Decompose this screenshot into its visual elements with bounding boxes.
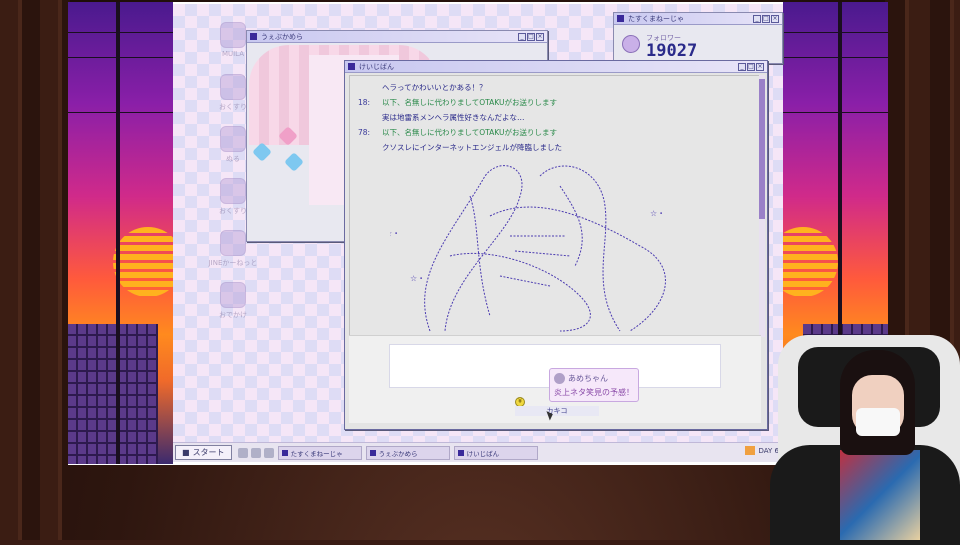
monitor-icon[interactable] [263,447,274,458]
avatar [622,35,640,53]
minimize-button[interactable]: _ [518,32,526,41]
follower-count: 19027 [646,41,698,61]
window-icon [348,63,355,70]
task-bbs[interactable]: けいじばん [453,445,538,460]
window-title: けいじばん [359,62,394,71]
desktop-icon-outing[interactable]: おでかけ [198,282,268,334]
thread-post: クソスレにインターネットエンジェルが降臨しました [382,143,562,152]
window-title: うぇぶかめら [261,32,303,41]
task-label: うぇぶかめら [378,449,418,458]
webcam-titlebar[interactable]: うぇぶかめら _ □ × [247,31,547,43]
svg-text:☆・: ☆・ [390,229,400,238]
svg-text:☆・: ☆・ [650,209,665,218]
drug-icon [220,178,246,204]
task-webcam[interactable]: うぇぶかめら [365,445,450,460]
left-sunset-panel [68,2,173,464]
chat-tooltip: あめちゃん 炎上ネタ笑見の予感！ [549,368,639,402]
quick-launch [237,447,274,458]
maximize-button[interactable]: □ [747,62,755,71]
bbs-titlebar[interactable]: けいじばん _ □ × [345,61,767,73]
window-icon [250,33,257,40]
heart-icon [252,142,272,162]
window-icon [617,15,624,22]
maximize-button[interactable]: □ [527,32,535,41]
outing-icon [220,282,246,308]
follower-titlebar[interactable]: たすくまねーじゃ _ □ × [614,13,782,25]
close-button[interactable]: × [756,62,764,71]
task-label: けいじばん [466,449,500,458]
thread-post: ヘラってかわいいとかある！？ [382,83,487,92]
mail-icon [220,22,246,48]
taskbar: ■ スタート たすくまねーじゃ うぇぶかめら けいじばん DAY 6 [173,442,783,462]
network-icon [220,230,246,256]
heart-icon [278,126,298,146]
thread-post: 78: 以下、名無しに代わりましてOTAKUがお送りします [358,128,558,137]
pill-icon [220,74,246,100]
tooltip-message: 炎上ネタ笑見の予感！ [554,388,634,397]
task-follower[interactable]: たすくまねーじゃ [277,445,362,460]
task-label: たすくまねーじゃ [290,449,343,458]
minimize-button[interactable]: _ [753,14,761,23]
heart-icon [284,152,304,172]
face-mask [856,408,900,436]
svg-text:☆・: ☆・ [410,274,425,283]
streamer-webcam [770,350,960,545]
desktop-icon-label: JINEかーねっと [208,259,258,267]
chat-icon[interactable] [250,447,261,458]
close-button[interactable]: × [536,32,544,41]
start-label: スタート [192,448,225,457]
window-icon [369,449,376,456]
thread-view[interactable]: ヘラってかわいいとかある！？ 18: 以下、名無しに代わりましてOTAKUがお送り… [349,75,761,337]
ascii-art-angel: ☆・ ☆・ ☆・ [390,165,666,332]
follower-window[interactable]: たすくまねーじゃ _ □ × フォロワー 19027 [613,12,783,64]
sun-icon [744,446,755,455]
maximize-button[interactable]: □ [762,14,770,23]
window-icon [457,449,464,456]
palette-icon [220,126,246,152]
thread-post: 18: 以下、名無しに代わりましてOTAKUがお送りします [358,98,558,107]
day-indicator: DAY 6 [744,446,779,455]
start-button[interactable]: ■ スタート [175,445,232,460]
window-icon [281,449,288,456]
start-icon: ■ [182,448,190,457]
bird-icon[interactable] [237,447,248,458]
post-button[interactable]: カキコ [515,406,599,416]
desktop-icon-label: おでかけ [219,311,247,319]
thread-scrollbar[interactable] [759,75,765,337]
thread-post: 実は地雷系メンヘラ属性好きなんだよな… [382,113,525,122]
day-label: DAY 6 [758,446,779,455]
minimize-button[interactable]: _ [738,62,746,71]
tooltip-user: あめちゃん [568,374,608,383]
window-title: たすくまねーじゃ [628,14,684,23]
close-button[interactable]: × [771,14,779,23]
avatar [554,373,565,384]
